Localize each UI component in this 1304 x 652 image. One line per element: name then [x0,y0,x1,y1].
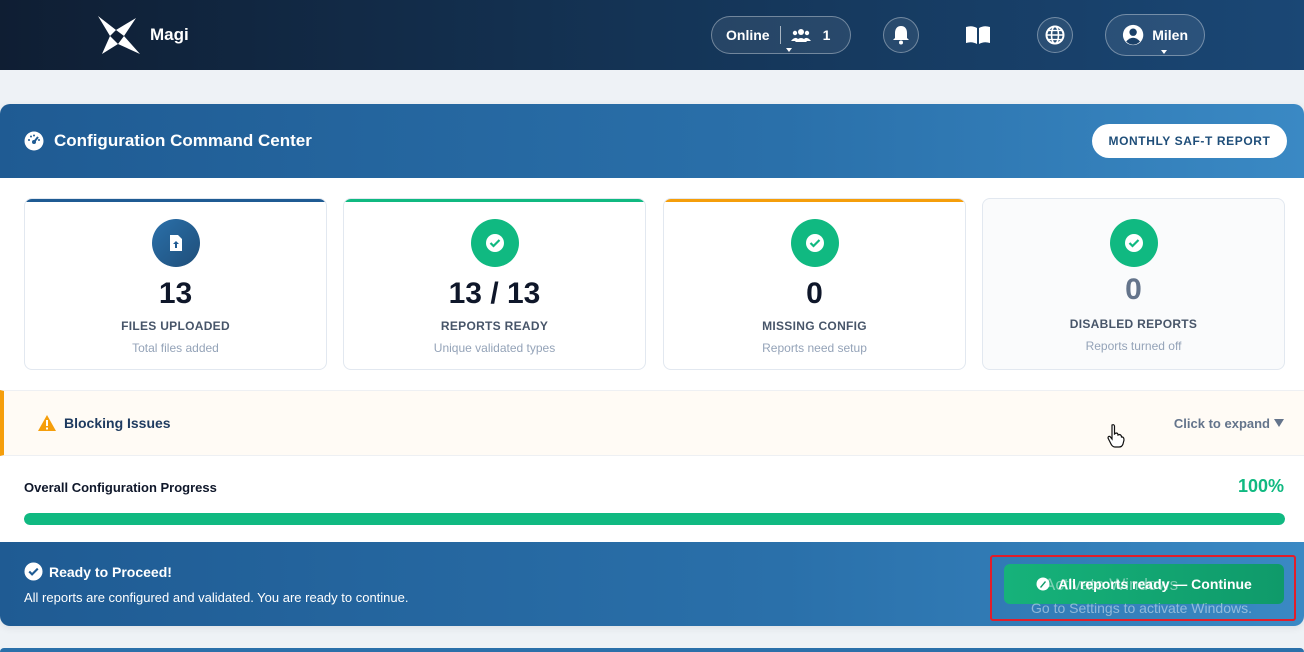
stat-accent-line [25,199,326,202]
globe-icon [1045,25,1065,45]
stat-value: 13 [158,277,193,310]
stat-subtitle: Reports turned off [1085,339,1182,353]
bell-icon [893,26,909,45]
stat-icon-circle [471,219,519,267]
online-label: Online [726,27,770,43]
stat-missing-config: 0 MISSING CONFIG Reports need setup [663,198,966,370]
stat-label: REPORTS READY [440,319,549,333]
top-navbar: Magi Online 1 Milen [0,0,1304,70]
check-circle-icon [486,234,504,252]
stat-files-uploaded: 13 FILES UPLOADED Total files added [24,198,327,370]
stat-accent-line [344,199,645,202]
stat-icon-circle [1110,219,1158,267]
ready-text: All reports are configured and validated… [24,590,409,605]
check-circle-icon [1125,234,1143,252]
stat-disabled-reports: 0 DISABLED REPORTS Reports turned off [982,198,1285,370]
hand-pointer-icon [1107,424,1125,448]
command-center-card: Configuration Command Center MONTHLY SAF… [0,104,1304,626]
stat-label: FILES UPLOADED [121,319,230,333]
brand-logo[interactable]: Magi [96,14,189,56]
online-count: 1 [822,27,831,43]
blocking-issues-title: Blocking Issues [64,415,171,431]
user-avatar-icon [1122,24,1144,46]
users-icon [790,29,811,42]
continue-button[interactable]: All reports ready — Continue [1004,564,1284,604]
card-header: Configuration Command Center MONTHLY SAF… [0,104,1304,178]
stat-label: DISABLED REPORTS [1069,317,1198,331]
chevron-down-icon [786,48,792,52]
docs-button[interactable] [963,22,993,48]
check-circle-icon [24,562,43,581]
page-title: Configuration Command Center [54,131,312,150]
book-icon [966,26,990,44]
stat-value: 0 [806,277,823,310]
check-circle-icon [806,234,824,252]
user-name: Milen [1152,27,1188,43]
stat-icon-circle [152,219,200,267]
stat-value: 0 [1125,273,1142,306]
caret-down-icon [1274,419,1284,427]
brand-name: Magi [150,25,189,44]
gauge-icon [24,131,44,151]
progress-fill [24,513,1285,525]
stat-value: 13 / 13 [448,277,541,310]
magi-star-icon [98,16,140,54]
stat-reports-ready: 13 / 13 REPORTS READY Unique validated t… [343,198,646,370]
ready-title: Ready to Proceed! [49,564,172,580]
stat-accent-line [664,199,965,202]
stat-label: MISSING CONFIG [762,319,867,333]
continue-label: All reports ready — Continue [1058,576,1252,592]
progress-title: Overall Configuration Progress [24,480,217,495]
ready-banner: Ready to Proceed! All reports are config… [0,542,1304,626]
stat-icon-circle [791,219,839,267]
stat-subtitle: Reports need setup [762,341,867,355]
stat-subtitle: Total files added [132,341,219,355]
stat-subtitle: Unique validated types [433,341,556,355]
notifications-button[interactable] [883,17,919,53]
expand-label: Click to expand [1173,415,1270,431]
rocket-icon [1036,577,1050,591]
file-upload-icon [170,235,182,251]
user-menu-pill[interactable]: Milen [1105,14,1205,56]
next-card-edge [0,648,1304,652]
warning-icon [38,415,56,431]
progress-percent: 100% [1237,476,1284,496]
pill-divider [779,26,781,44]
expand-toggle[interactable]: Click to expand [1174,416,1284,431]
monthly-saft-report-button[interactable]: MONTHLY SAF-T REPORT [1092,124,1287,158]
language-button[interactable] [1037,17,1073,53]
online-users-pill[interactable]: Online 1 [711,16,851,54]
chevron-down-icon [1161,50,1167,54]
progress-track [24,513,1285,525]
